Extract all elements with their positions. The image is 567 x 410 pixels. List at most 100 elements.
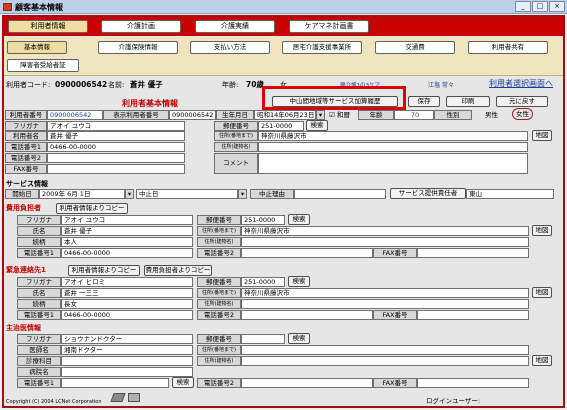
display-no-field[interactable]: 0900006542: [169, 110, 216, 120]
addr1-label: 住所(番地まで): [214, 131, 258, 141]
tab-care-record[interactable]: 介護実績: [195, 20, 275, 33]
map-button[interactable]: 地図: [532, 130, 552, 141]
emergency-copy-user-button[interactable]: 利用者情報よりコピー: [68, 265, 140, 276]
emergency-furigana-field[interactable]: アオイ ヒロミ: [61, 277, 193, 287]
stop-reason-field[interactable]: [294, 189, 386, 199]
subtab-care-office[interactable]: 居宅介護支援事業所: [282, 41, 362, 54]
emergency-addr2-field[interactable]: [241, 299, 529, 309]
payer-zip-search-button[interactable]: 検索: [288, 214, 310, 225]
era-label: 和暦: [337, 111, 350, 119]
zip-search-button[interactable]: 検索: [306, 120, 328, 131]
main-tab-bar: 利用者情報 介護計画 介護実績 ケアマネ計画書: [4, 17, 563, 36]
emergency-name-field[interactable]: 蒼井 一三三: [61, 288, 193, 298]
zip-field[interactable]: 251-0000: [258, 121, 304, 131]
maximize-button[interactable]: □: [532, 1, 548, 12]
payer-fax-field[interactable]: [417, 248, 529, 258]
payer-map-button[interactable]: 地図: [532, 225, 552, 236]
payer-tel1-field[interactable]: 0466-00-0000: [61, 248, 193, 258]
close-button[interactable]: ×: [549, 1, 565, 12]
payer-relation-field[interactable]: 本人: [61, 237, 193, 247]
start-dropdown-arrow[interactable]: ▾: [125, 189, 134, 199]
service-manager-button[interactable]: サービス提供責任者: [390, 188, 466, 199]
payer-addr2-field[interactable]: [241, 237, 529, 247]
service-manager-field[interactable]: 東山: [466, 189, 554, 199]
mountain-area-history-button[interactable]: 中山間地域等サービス加算履歴: [272, 96, 398, 107]
doctor-addr1-field[interactable]: [241, 345, 529, 355]
doctor-tel1-field[interactable]: [61, 378, 169, 388]
emergency-zip-label: 郵便番号: [197, 277, 241, 287]
birth-label: 生年月日: [216, 110, 254, 120]
tel1-field[interactable]: 0466-00-0000: [47, 142, 185, 152]
start-label: 開始日: [5, 189, 39, 199]
emergency-relation-field[interactable]: 長女: [61, 299, 193, 309]
emergency-tel2-field[interactable]: [241, 310, 373, 320]
minimize-button[interactable]: _: [515, 1, 531, 12]
comment-field[interactable]: [258, 153, 528, 174]
tel1-label: 電話番号1: [5, 142, 47, 152]
gender-label: 性別: [434, 110, 472, 120]
print-button[interactable]: 印刷: [446, 96, 490, 107]
subtab-user-share[interactable]: 利用者共有: [468, 41, 548, 54]
doctor-tel2-field[interactable]: [241, 378, 373, 388]
subtab-disability-cert[interactable]: 障害者受給者証: [7, 59, 79, 72]
stop-date-field[interactable]: 中止日: [136, 189, 238, 199]
payer-zip-field[interactable]: 251-0000: [241, 215, 285, 225]
doctor-name-field[interactable]: 湘南ドクター: [61, 345, 193, 355]
subtab-payment[interactable]: 支払い方法: [190, 41, 270, 54]
subtab-insurance[interactable]: 介護保険情報: [98, 41, 178, 54]
save-button[interactable]: 保存: [408, 96, 440, 107]
revert-button[interactable]: 元に戻す: [496, 96, 548, 107]
payer-relation-label: 続柄: [17, 237, 61, 247]
user-code-value: 0900006542: [55, 80, 108, 89]
doctor-fax-field[interactable]: [417, 378, 529, 388]
copyright-text: Copyright (C) 2004 LCNet Corporation: [6, 399, 102, 405]
fax-field[interactable]: [47, 164, 185, 174]
emergency-addr1-field[interactable]: 神奈川県藤沢市: [241, 288, 529, 298]
doctor-hospital-field[interactable]: [61, 367, 193, 377]
emergency-tel1-field[interactable]: 0466-00-0000: [61, 310, 193, 320]
payer-fax-label: FAX番号: [373, 248, 417, 258]
furigana-field[interactable]: アオイ ユウコ: [47, 121, 185, 131]
birth-dropdown-arrow[interactable]: ▾: [316, 110, 325, 120]
tab-care-manager-plan[interactable]: ケアマネ計画書: [289, 20, 369, 33]
doctor-zip-search-button[interactable]: 検索: [288, 333, 310, 344]
tel2-field[interactable]: [47, 153, 185, 163]
tab-user-info[interactable]: 利用者情報: [8, 20, 88, 33]
doctor-tel-search-button[interactable]: 検索: [172, 377, 194, 388]
addr1-field[interactable]: 神奈川県藤沢市: [258, 131, 528, 141]
subtab-transport[interactable]: 交通費: [375, 41, 455, 54]
doctor-dept-field[interactable]: [61, 356, 193, 366]
emergency-zip-search-button[interactable]: 検索: [288, 276, 310, 287]
emergency-copy-payer-button[interactable]: 費用負担者よりコピー: [144, 265, 212, 276]
comment-label: コメント: [214, 153, 258, 174]
doctor-zip-field[interactable]: [241, 334, 285, 344]
payer-section-title: 費用負担者: [6, 204, 41, 212]
doctor-name-label: 医師名: [17, 345, 61, 355]
birth-field[interactable]: 昭和14年06月23日: [254, 110, 316, 120]
payer-addr1-label: 住所(番地まで): [197, 226, 241, 236]
start-date-field[interactable]: 2009年 6月 1日: [39, 189, 125, 199]
era-checkbox[interactable]: ☑: [329, 110, 335, 120]
tab-care-plan[interactable]: 介護計画: [101, 20, 181, 33]
addr2-field[interactable]: [258, 142, 528, 152]
male-option[interactable]: 男性: [485, 110, 498, 120]
female-option[interactable]: 女性: [512, 108, 533, 120]
emergency-fax-field[interactable]: [417, 310, 529, 320]
payer-name-field[interactable]: 蒼井 優子: [61, 226, 193, 236]
doctor-map-button[interactable]: 地図: [532, 355, 552, 366]
staff-label: 江塩 常々: [428, 82, 454, 89]
user-no-field[interactable]: 0900006542: [47, 110, 103, 120]
user-select-link[interactable]: 利用者選択画面へ: [489, 79, 553, 89]
doctor-addr2-field[interactable]: [241, 356, 529, 366]
stop-dropdown-arrow[interactable]: ▾: [238, 189, 247, 199]
emergency-map-button[interactable]: 地図: [532, 287, 552, 298]
payer-addr1-field[interactable]: 神奈川県藤沢市: [241, 226, 529, 236]
payer-copy-button[interactable]: 利用者情報よりコピー: [56, 203, 128, 214]
username-field[interactable]: 蒼井 優子: [47, 131, 185, 141]
subtab-basic[interactable]: 基本情報: [7, 41, 67, 54]
doctor-furigana-field[interactable]: ショウナンドクター: [61, 334, 193, 344]
payer-furigana-field[interactable]: アオイ ユウコ: [61, 215, 193, 225]
age-field-label: 年齢: [358, 110, 394, 120]
emergency-zip-field[interactable]: 251-0000: [241, 277, 285, 287]
payer-tel2-field[interactable]: [241, 248, 373, 258]
